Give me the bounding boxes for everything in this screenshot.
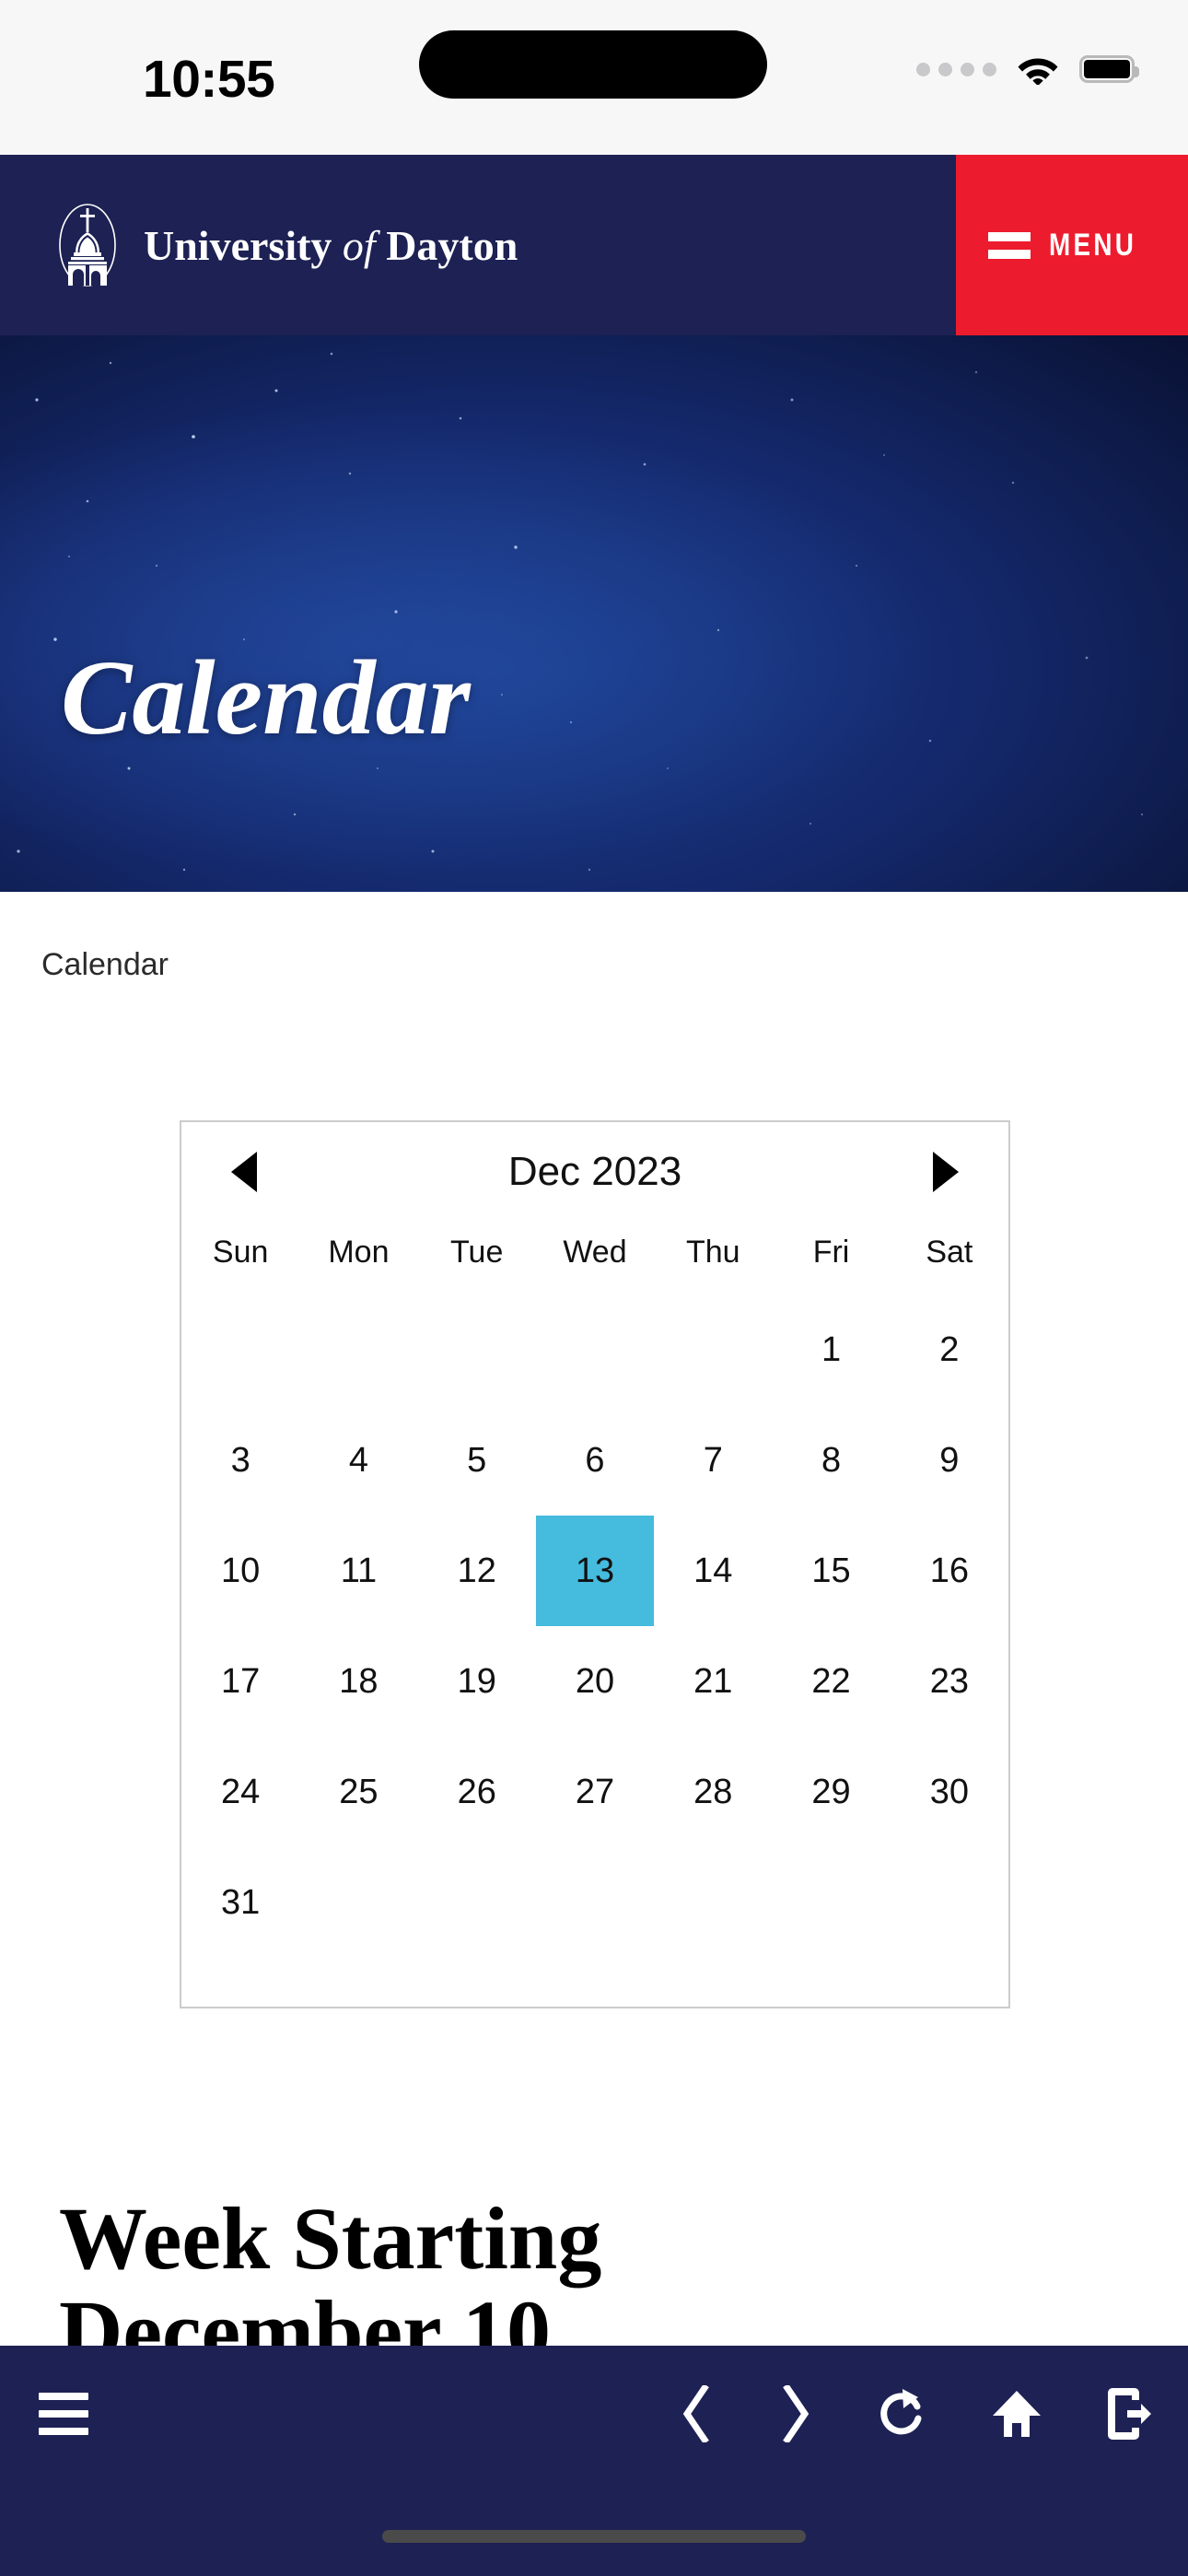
calendar-weekday: Mon	[328, 1235, 390, 1270]
starfield-decoration	[17, 352, 1144, 872]
ud-chapel-logo-icon	[59, 203, 116, 287]
browser-menu-button[interactable]	[39, 2393, 88, 2435]
calendar-day[interactable]: 22	[772, 1626, 890, 1737]
home-icon[interactable]	[991, 2388, 1042, 2440]
chevron-left-icon[interactable]	[676, 2385, 715, 2442]
calendar-weekday: Wed	[563, 1235, 627, 1270]
calendar-weekday: Sun	[212, 1235, 269, 1270]
calendar-week-row: 31	[181, 1847, 1008, 1958]
calendar-nav: Dec 2023	[181, 1122, 1008, 1222]
calendar-day[interactable]: 17	[181, 1626, 299, 1737]
calendar-day-empty	[772, 1847, 890, 1958]
calendar-day[interactable]: 12	[418, 1516, 536, 1626]
calendar-weekday: Tue	[450, 1235, 504, 1270]
calendar-day[interactable]: 23	[891, 1626, 1008, 1737]
chevron-right-icon[interactable]	[777, 2385, 816, 2442]
browser-toolbar-row	[0, 2346, 1188, 2482]
wifi-icon	[1018, 58, 1058, 85]
calendar-day[interactable]: 14	[654, 1516, 772, 1626]
calendar-widget: Dec 2023 Sun Mon Tue Wed Thu Fri Sat 123456789…	[180, 1120, 1010, 2008]
calendar-week-row: 17 18 19 20 21 22 23	[181, 1626, 1008, 1737]
hamburger-icon	[987, 231, 1031, 259]
calendar-day[interactable]: 9	[891, 1405, 1008, 1516]
calendar-day-empty	[654, 1294, 772, 1405]
menu-button[interactable]: MENU	[956, 155, 1188, 335]
calendar-day[interactable]: 28	[654, 1737, 772, 1847]
calendar-week-row: 24 25 26 27 28 29 30	[181, 1737, 1008, 1847]
exit-app-icon[interactable]	[1105, 2385, 1153, 2442]
calendar-week-row: 3456789	[181, 1405, 1008, 1516]
breadcrumb-current: Calendar	[41, 947, 169, 982]
calendar-day[interactable]: 27	[536, 1737, 654, 1847]
calendar-day[interactable]: 5	[418, 1405, 536, 1516]
calendar-day[interactable]: 10	[181, 1516, 299, 1626]
brand-name: University of Dayton	[144, 221, 518, 270]
browser-nav-icons	[676, 2385, 1153, 2442]
calendar-day[interactable]: 3	[181, 1405, 299, 1516]
cellular-signal-dots-icon	[916, 62, 996, 76]
calendar-day-empty	[299, 1294, 417, 1405]
calendar-day[interactable]: 21	[654, 1626, 772, 1737]
calendar-day-empty	[654, 1847, 772, 1958]
calendar-day-empty	[181, 1294, 299, 1405]
calendar-day[interactable]: 7	[654, 1405, 772, 1516]
status-bar-indicators	[916, 53, 1139, 85]
calendar-day[interactable]: 1	[772, 1294, 890, 1405]
calendar-day[interactable]: 25	[299, 1737, 417, 1847]
calendar-day[interactable]: 16	[891, 1516, 1008, 1626]
brand-word-dayton: Dayton	[386, 221, 518, 269]
breadcrumb: Calendar	[41, 947, 169, 983]
dynamic-island	[419, 30, 767, 99]
calendar-day[interactable]: 18	[299, 1626, 417, 1737]
calendar-day[interactable]: 19	[418, 1626, 536, 1737]
calendar-day[interactable]: 8	[772, 1405, 890, 1516]
menu-button-label: MENU	[1048, 227, 1137, 263]
calendar-day-empty	[536, 1294, 654, 1405]
calendar-weekday-row: Sun Mon Tue Wed Thu Fri Sat	[181, 1222, 1008, 1294]
calendar-day-rows: 1 2 3 4 5 6 7 8 9 10 11 12 13 14 15 16 17 18 19 20 21 22 23 24 2…	[181, 1294, 1008, 1958]
calendar-day[interactable]: 31	[181, 1847, 299, 1958]
brand-word-university: University	[144, 221, 332, 269]
calendar-day[interactable]: 26	[418, 1737, 536, 1847]
status-bar-time: 10:55	[143, 50, 275, 109]
calendar-grid: Sun Mon Tue Wed Thu Fri Sat 1 2 3 4 5 6 7 8 9 10 11 12 13 1…	[181, 1222, 1008, 1958]
calendar-day-selected[interactable]: 13	[535, 1516, 654, 1626]
status-bar: 10:55	[0, 0, 1188, 155]
home-indicator[interactable]	[382, 2530, 806, 2543]
page-title: Calendar	[61, 639, 471, 757]
calendar-weekday: Sat	[926, 1235, 973, 1270]
browser-toolbar	[0, 2346, 1188, 2576]
week-heading-line1: Week Starting	[59, 2189, 602, 2288]
calendar-day[interactable]: 4	[299, 1405, 417, 1516]
reload-icon[interactable]	[879, 2386, 928, 2441]
calendar-day[interactable]: 2	[891, 1294, 1008, 1405]
triangle-right-icon[interactable]	[933, 1152, 959, 1192]
calendar-day-empty	[891, 1847, 1008, 1958]
calendar-day-empty	[299, 1847, 417, 1958]
calendar-day[interactable]: 20	[536, 1626, 654, 1737]
calendar-week-row: 12	[181, 1294, 1008, 1405]
calendar-day[interactable]: 24	[181, 1737, 299, 1847]
calendar-weekday: Fri	[812, 1235, 850, 1270]
hero-banner: Calendar	[0, 335, 1188, 892]
site-header: University of Dayton MENU	[0, 155, 1188, 335]
calendar-day[interactable]: 6	[536, 1405, 654, 1516]
site-brand[interactable]: University of Dayton	[52, 155, 518, 335]
calendar-day[interactable]: 15	[772, 1516, 890, 1626]
calendar-day-highlight: 13	[535, 1516, 654, 1626]
calendar-day-empty	[418, 1294, 536, 1405]
calendar-week-row: 10 11 12 13 14 15 16	[181, 1516, 1008, 1626]
battery-full-icon	[1079, 55, 1139, 83]
triangle-left-icon[interactable]	[231, 1152, 257, 1192]
calendar-day-empty	[418, 1847, 536, 1958]
calendar-day[interactable]: 11	[299, 1516, 417, 1626]
calendar-day[interactable]: 29	[772, 1737, 890, 1847]
brand-word-of: of	[342, 221, 376, 269]
calendar-day-empty	[536, 1847, 654, 1958]
phone-screen: 10:55 University of Dayton MENU Calendar…	[0, 0, 1188, 2576]
calendar-month-label: Dec 2023	[507, 1149, 682, 1194]
calendar-day[interactable]: 30	[891, 1737, 1008, 1847]
calendar-weekday: Thu	[685, 1235, 740, 1270]
